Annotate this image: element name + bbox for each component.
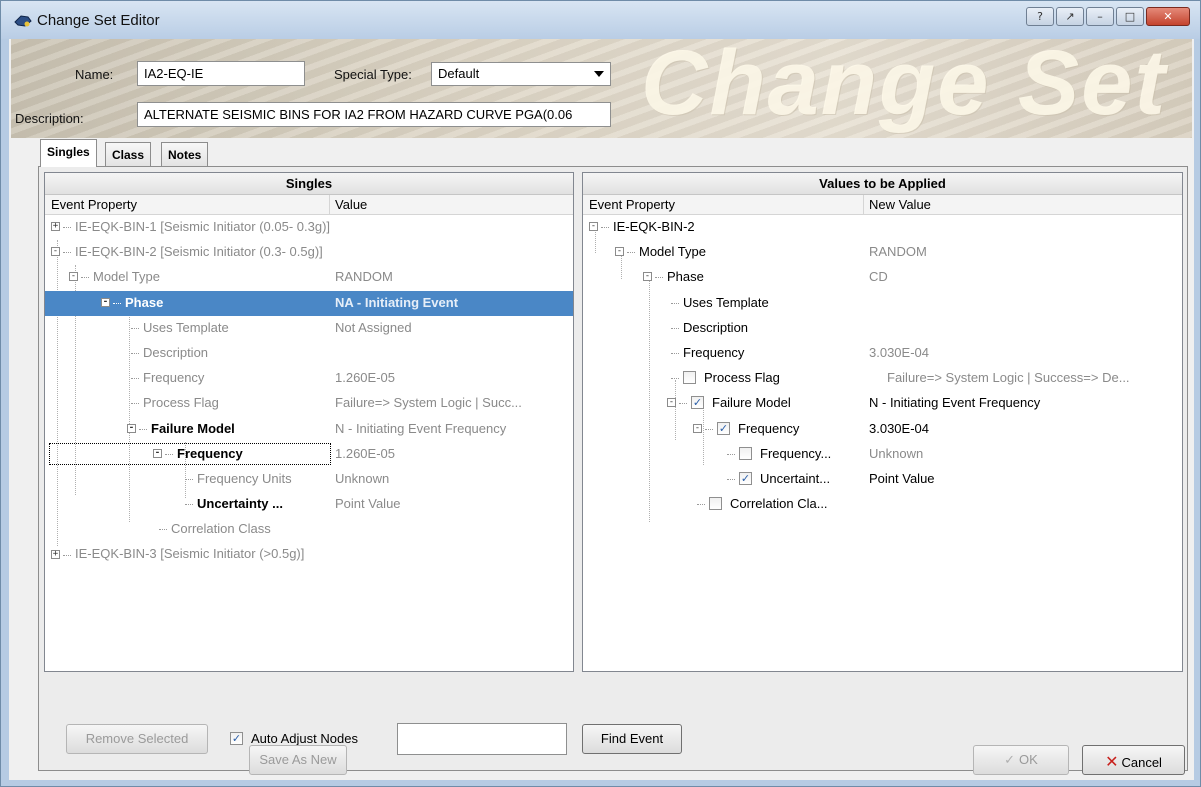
tree-row[interactable]: - IE-EQK-BIN-2 [Seismic Initiator (0.3- 0… (45, 240, 573, 265)
tree-row[interactable]: Description (583, 316, 1182, 341)
collapse-icon[interactable]: - (153, 448, 162, 458)
app-icon (14, 15, 32, 27)
singles-panel: Singles Event Property Value + IE-EQK-BIN… (44, 172, 574, 672)
tree-row[interactable]: - ✓ Frequency 3.030E-04 (583, 417, 1182, 442)
collapse-icon[interactable]: - (127, 423, 136, 433)
chevron-down-icon (594, 71, 604, 77)
special-type-label: Special Type: (334, 67, 412, 82)
tree-row[interactable]: Frequency Units Unknown (45, 467, 573, 492)
expand-icon[interactable]: + (51, 549, 60, 559)
singles-tab-pane: Singles Event Property Value + IE-EQK-BIN… (38, 166, 1188, 771)
banner-watermark: Change Set (641, 39, 1168, 134)
tree-row[interactable]: Uncertainty ... Point Value (45, 492, 573, 517)
singles-column-header: Event Property Value (45, 195, 573, 215)
save-as-new-button[interactable]: Save As New (249, 745, 347, 775)
value-column[interactable]: Value (335, 197, 367, 212)
values-tree: - IE-EQK-BIN-2 - Model Type RANDOM - Phase … (583, 215, 1182, 522)
tree-row[interactable]: - ✓ Failure Model N - Initiating Event Fre… (583, 391, 1182, 416)
singles-tree: + IE-EQK-BIN-1 [Seismic Initiator (0.05- … (45, 215, 573, 568)
correlation-class-checkbox[interactable] (709, 497, 722, 511)
tree-row[interactable]: ✓ Uncertaint... Point Value (583, 467, 1182, 492)
auto-adjust-checkbox[interactable]: ✓ (230, 732, 243, 746)
collapse-icon[interactable]: - (693, 423, 702, 433)
x-icon: ✕ (1105, 752, 1119, 771)
help-button[interactable]: ? (1026, 7, 1054, 26)
auto-adjust-nodes-option[interactable]: ✓ Auto Adjust Nodes (230, 731, 358, 746)
remove-selected-button[interactable]: Remove Selected (66, 724, 208, 754)
failure-model-checkbox[interactable]: ✓ (691, 396, 704, 410)
tree-row[interactable]: Correlation Cla... (583, 492, 1182, 517)
tree-row[interactable]: + IE-EQK-BIN-3 [Seismic Initiator (>0.5g)… (45, 542, 573, 567)
collapse-icon[interactable]: - (589, 222, 598, 232)
values-panel-title: Values to be Applied (583, 173, 1182, 195)
auto-adjust-label: Auto Adjust Nodes (251, 731, 358, 746)
collapse-icon[interactable]: - (615, 247, 624, 257)
minimize-button[interactable]: – (1086, 7, 1114, 26)
tree-row[interactable]: - Failure Model N - Initiating Event Freq… (45, 417, 573, 442)
special-type-value: Default (438, 66, 480, 81)
find-event-button[interactable]: Find Event (582, 724, 682, 754)
cancel-button[interactable]: ✕ Cancel (1082, 745, 1185, 775)
expand-icon[interactable]: + (51, 222, 60, 232)
collapse-icon[interactable]: - (101, 297, 110, 307)
description-input[interactable]: ALTERNATE SEISMIC BINS FOR IA2 FROM HAZA… (137, 102, 611, 127)
collapse-icon[interactable]: - (667, 398, 676, 408)
maximize-button[interactable]: □ (1116, 7, 1144, 26)
checkmark-icon: ✓ (1004, 753, 1016, 768)
process-flag-checkbox[interactable] (683, 371, 696, 385)
ok-button[interactable]: ✓ OK (973, 745, 1069, 775)
tree-row[interactable]: Process Flag Failure=> System Logic | Su… (583, 366, 1182, 391)
tree-row[interactable]: Description (45, 341, 573, 366)
tree-row[interactable]: - IE-EQK-BIN-2 (583, 215, 1182, 240)
event-property-column[interactable]: Event Property (51, 197, 137, 212)
tree-row[interactable]: - Model Type RANDOM (583, 240, 1182, 265)
title-bar[interactable]: Change Set Editor ? ↗ – □ ✕ (1, 1, 1200, 39)
change-set-editor-window: Change Set Editor ? ↗ – □ ✕ Change Set N… (0, 0, 1201, 787)
collapse-icon[interactable]: - (69, 272, 78, 282)
collapse-icon[interactable]: - (51, 247, 60, 257)
singles-panel-title: Singles (45, 173, 573, 195)
special-type-select[interactable]: Default (431, 62, 611, 86)
tree-row-selected[interactable]: - Phase NA - Initiating Event (45, 290, 573, 316)
tree-row[interactable]: - Model Type RANDOM (45, 265, 573, 290)
tree-row[interactable]: Frequency... Unknown (583, 442, 1182, 467)
name-label: Name: (75, 67, 114, 82)
find-event-input[interactable] (397, 723, 567, 755)
tree-row[interactable]: + IE-EQK-BIN-1 [Seismic Initiator (0.05- … (45, 215, 573, 240)
tree-row[interactable]: Correlation Class (45, 517, 573, 542)
collapse-icon[interactable]: - (643, 272, 652, 282)
new-value-column[interactable]: New Value (869, 197, 931, 212)
frequency-checkbox[interactable]: ✓ (717, 421, 730, 435)
tree-row[interactable]: Uses Template (583, 291, 1182, 316)
tree-row[interactable]: Frequency 3.030E-04 (583, 341, 1182, 366)
name-input[interactable]: IA2-EQ-IE (137, 61, 305, 86)
event-property-column[interactable]: Event Property (589, 197, 675, 212)
special-icon-button[interactable]: ↗ (1056, 7, 1084, 26)
tree-row-focused[interactable]: - Frequency 1.260E-05 (45, 442, 573, 467)
values-column-header: Event Property New Value (583, 195, 1182, 215)
tree-row[interactable]: Frequency 1.260E-05 (45, 366, 573, 391)
window-title: Change Set Editor (37, 12, 160, 29)
tree-row[interactable]: - Phase CD (583, 265, 1182, 290)
client-area: Change Set Name: IA2-EQ-IE Special Type:… (9, 39, 1194, 780)
tab-notes[interactable]: Notes (161, 142, 209, 166)
close-window-button[interactable]: ✕ (1146, 7, 1190, 26)
uncertainty-checkbox[interactable]: ✓ (739, 471, 752, 485)
tree-row[interactable]: Uses Template Not Assigned (45, 316, 573, 341)
tab-singles[interactable]: Singles (40, 139, 97, 167)
frequency-units-checkbox[interactable] (739, 446, 752, 460)
header-banner: Change Set Name: IA2-EQ-IE Special Type:… (11, 39, 1192, 138)
description-label: Description: (15, 111, 84, 126)
values-panel: Values to be Applied Event Property New … (582, 172, 1183, 672)
tree-row[interactable]: Process Flag Failure=> System Logic | Su… (45, 391, 573, 416)
tab-class[interactable]: Class (105, 142, 152, 166)
